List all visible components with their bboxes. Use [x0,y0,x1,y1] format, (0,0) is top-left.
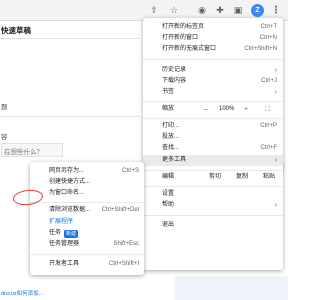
menu-new-tab[interactable]: 打开新的标签页 Ctrl+T [143,22,283,33]
submenu-create-shortcut[interactable]: 创建快捷方式... [30,177,144,188]
share-icon[interactable]: ⇪ [148,4,160,16]
menu-exit[interactable]: 退出 [143,220,283,231]
menu-item-shortcut: Ctrl+T [260,24,278,30]
menu-item-shortcut: Ctrl+J [261,78,277,84]
menu-item-shortcut: Ctrl+Shift+N [244,46,277,52]
menu-bookmarks[interactable]: 书签 › [143,87,283,98]
cut-button[interactable]: 剪切 [203,172,227,183]
submenu-item-label: 任务管理器 [49,241,80,247]
submenu-tasks[interactable]: 任务 新建 [30,228,144,239]
submenu-clear-data[interactable]: 清除浏览数据... Ctrl+Shift+Del [30,205,144,216]
submenu-name-window[interactable]: 为窗口命名... [30,188,144,199]
submenu-item-label: 开发者工具 [49,261,80,267]
menu-new-window[interactable]: 打开新的窗口 Ctrl+N [143,33,283,44]
menu-separator [143,59,283,60]
profile-icon[interactable]: Z [251,4,264,17]
chevron-right-icon: › [274,202,277,209]
submenu-item-label: 为窗口命名... [49,190,85,196]
menu-zoom-row: 缩放 – 100% + ⛶ [143,104,283,115]
menu-item-label: 退出 [162,222,175,228]
menu-new-incognito[interactable]: 打开新的无痕式窗口 Ctrl+Shift+N [143,44,283,55]
menu-item-label: 历史记录 [162,67,187,73]
menu-cast[interactable]: 投放... [143,132,283,143]
menu-item-label: 打开新的无痕式窗口 [162,46,217,52]
menu-downloads[interactable]: 下载内容 Ctrl+J [143,76,283,87]
zoom-label: 缩放 [162,106,175,112]
puzzle-icon[interactable]: ✚ [214,4,226,16]
menu-item-label: 下载内容 [162,78,187,84]
extension-icon[interactable]: ◉ [196,4,208,16]
menu-item-label: 书签 [162,89,175,95]
submenu-item-label: 任务 [49,230,62,236]
menu-separator [143,215,283,216]
menu-item-label: 打印... [162,123,180,129]
menu-history[interactable]: 历史记录 › [143,65,283,76]
menu-item-label: 打开新的标签页 [162,24,205,30]
submenu-save-page[interactable]: 网页另存为... Ctrl+S [30,166,144,177]
submenu-item-shortcut: Shift+Esc [113,241,139,247]
chevron-right-icon: › [274,67,277,74]
menu-item-label: 查找... [162,145,180,151]
menu-item-shortcut: Ctrl+P [260,123,277,129]
menu-edit-row: 编辑 剪切 复制 粘贴 [143,172,283,183]
menu-find[interactable]: 查找... Ctrl+F [143,143,283,154]
submenu-separator [30,254,144,255]
zoom-in-button[interactable]: + [244,104,248,115]
edit-label: 编辑 [162,174,175,180]
submenu-item-label: 扩展程序 [49,219,74,225]
menu-separator [143,186,283,187]
menu-separator [143,170,283,171]
menu-item-label: 打开新的窗口 [162,35,199,41]
submenu-extensions[interactable]: 扩展程序 [30,217,144,228]
divider [0,116,140,117]
footer-card [175,276,288,300]
copy-button[interactable]: 复制 [230,172,254,183]
zoom-out-button[interactable]: – [204,104,208,115]
submenu-item-shortcut: Ctrl+S [122,168,139,174]
browser-main-menu: 打开新的标签页 Ctrl+T 打开新的窗口 Ctrl+N 打开新的无痕式窗口 Ctrl… [143,18,283,270]
submenu-item-label: 创建快捷方式... [49,179,91,185]
submenu-separator [30,202,144,203]
chevron-right-icon: › [274,157,277,164]
submenu-task-manager[interactable]: 任务管理器 Shift+Esc [30,239,144,250]
menu-item-label: 帮助 [162,202,175,208]
submenu-item-shortcut: Ctrl+Shift+Del [101,207,139,213]
draft-textarea[interactable]: 在想些什么？ [1,143,63,157]
submenu-item-label: 网页另存为... [49,168,85,174]
title-label: 题 [1,104,8,111]
star-icon[interactable]: ☆ [168,4,180,16]
menu-separator [143,118,283,119]
zoom-value: 100% [219,106,235,112]
new-badge: 新建 [64,229,79,238]
menu-item-label: 更多工具 [162,157,187,163]
fullscreen-icon[interactable]: ⛶ [265,104,270,115]
divider [0,38,140,39]
more-icon[interactable]: ⋮ [270,4,282,16]
menu-separator [143,101,283,102]
menu-more-tools[interactable]: 更多工具 › [143,155,283,166]
draft-placeholder: 在想些什么？ [4,149,43,156]
menu-item-label: 投放... [162,134,180,140]
page-heading: 快速草稿 [1,26,31,35]
submenu-devtools[interactable]: 开发者工具 Ctrl+Shift+I [30,259,144,270]
content-label: 容 [1,134,8,141]
submenu-item-label: 清除浏览数据... [49,207,91,213]
menu-help[interactable]: 帮助 › [143,200,283,211]
more-tools-submenu: 网页另存为... Ctrl+S 创建快捷方式... 为窗口命名... 清除浏览数据… [30,162,144,275]
menu-settings[interactable]: 设置 [143,189,283,200]
menu-item-label: 设置 [162,191,175,197]
menu-item-shortcut: Ctrl+N [259,35,277,41]
footer-link[interactable]: discuz如何添加... [1,289,43,297]
sidepanel-icon[interactable]: ▣ [232,4,244,16]
paste-button[interactable]: 粘贴 [257,172,281,183]
menu-item-shortcut: Ctrl+F [260,145,278,151]
menu-print[interactable]: 打印... Ctrl+P [143,121,283,132]
submenu-item-shortcut: Ctrl+Shift+I [108,261,139,267]
chevron-right-icon: › [274,89,277,96]
